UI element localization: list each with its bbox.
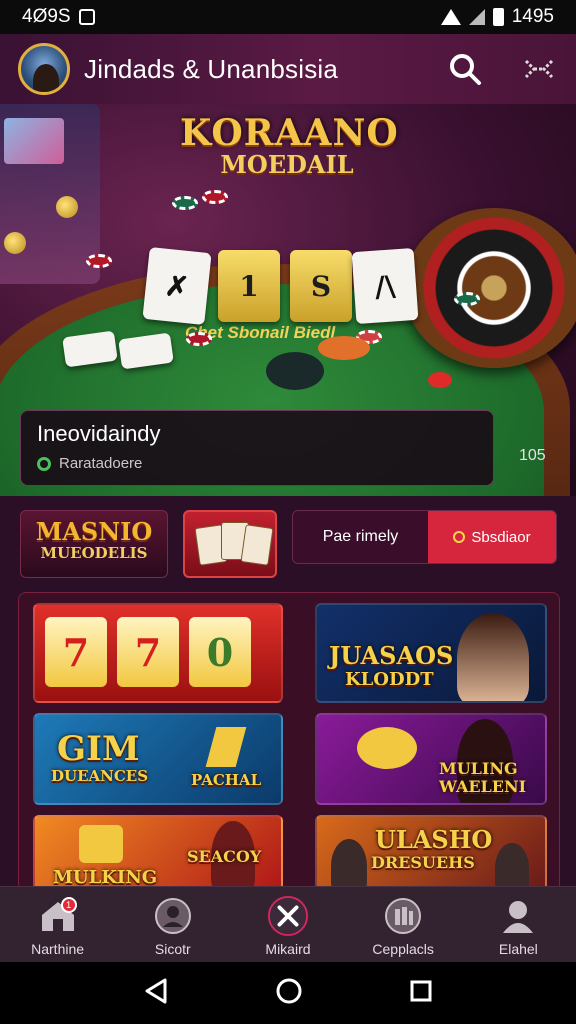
slot-reel: 0 xyxy=(189,617,251,687)
tile-subtitle: KLODDT xyxy=(345,669,434,690)
chip-icon xyxy=(86,254,112,268)
hero-logo-line2: MOEDAIL xyxy=(220,150,354,179)
nav-item-mikaird[interactable]: Mikaird xyxy=(233,895,343,957)
chip-icon xyxy=(172,196,198,210)
notification-icon xyxy=(78,9,95,25)
nav-label: Cepplacls xyxy=(372,941,434,957)
tile-title: MULKING xyxy=(53,867,158,888)
promo-logo-line2: MUEODELIS xyxy=(40,544,148,562)
system-nav-bar xyxy=(0,962,576,1024)
card-icon xyxy=(240,524,274,566)
roulette-wheel-image xyxy=(404,208,576,368)
slot-reel: 7 xyxy=(45,617,107,687)
back-icon[interactable] xyxy=(143,977,169,1010)
nav-item-sicotr[interactable]: Sicotr xyxy=(118,895,228,957)
coin-icon xyxy=(4,232,26,254)
slot-reel: 7 xyxy=(117,617,179,687)
playing-card: 1 xyxy=(218,250,280,322)
hero-info-card[interactable]: Ineovidaindy Raratadoere xyxy=(20,410,494,486)
tile-subtitle: WAELENI xyxy=(439,777,527,796)
app-title: Jindads & Unanbsisia xyxy=(84,53,339,84)
segment-option-b-label: Sbsdiaor xyxy=(471,528,531,546)
playing-card: /\ xyxy=(351,247,419,325)
playing-card: ✗ xyxy=(142,246,212,326)
search-icon[interactable] xyxy=(446,50,484,88)
gold-shape xyxy=(205,727,247,767)
notification-badge: 1 xyxy=(60,897,77,913)
segment-option-a[interactable]: Pae rimely xyxy=(293,511,428,563)
user-icon xyxy=(497,895,539,937)
nav-label: Mikaird xyxy=(265,941,311,957)
live-indicator-icon xyxy=(37,456,51,471)
bottom-nav: 1 Narthine Sicotr Mikaird Cepplacls Elah… xyxy=(0,886,576,962)
game-tile-ulasho[interactable]: ULASHO DRESUEHS xyxy=(315,815,547,891)
trophy-icon xyxy=(79,825,123,863)
coin-icon xyxy=(56,196,78,218)
coin-icon xyxy=(453,531,466,543)
chip-icon xyxy=(186,332,212,346)
tile-title: ULASHO xyxy=(375,825,493,854)
nav-item-cepplacls[interactable]: Cepplacls xyxy=(348,895,458,957)
playing-card: S xyxy=(290,250,352,322)
tile-title: JUASAOS xyxy=(329,641,454,670)
character-image xyxy=(495,843,529,889)
game-grid: 7 7 0 GIM DUEANCES PACHAL MULKING SEACOY… xyxy=(18,592,560,892)
signal-icon xyxy=(468,9,485,25)
promo-row: MASNIO MUEODELIS Pae rimely Sbsdiaor xyxy=(0,506,576,580)
game-tile-mulking[interactable]: MULKING SEACOY xyxy=(33,815,283,891)
status-battery-text: 1495 xyxy=(511,6,554,27)
tile-title: MULING xyxy=(439,759,518,778)
promo-logo-line1: MASNIO xyxy=(35,517,153,546)
hero-banner[interactable]: KORAANO MOEDAIL Chet Sbonail Biedl ✗ 1 S… xyxy=(0,104,576,496)
wifi-icon xyxy=(440,9,461,25)
betting-circle xyxy=(266,352,324,390)
nav-item-elahel[interactable]: Elahel xyxy=(463,895,573,957)
slot-machine-image xyxy=(0,104,100,284)
chips-icon xyxy=(382,895,424,937)
game-tile-muling[interactable]: MULING WAELENI xyxy=(315,713,547,805)
nav-item-home[interactable]: 1 Narthine xyxy=(3,895,113,957)
betting-circle xyxy=(318,336,370,360)
game-tile-gim[interactable]: GIM DUEANCES PACHAL xyxy=(33,713,283,805)
tile-subtitle: SEACOY xyxy=(187,847,262,866)
segmented-control: Pae rimely Sbsdiaor xyxy=(292,510,557,564)
nav-label: Elahel xyxy=(498,941,538,957)
tile-title: GIM xyxy=(57,729,140,769)
tile-subtitle: DRESUEHS xyxy=(371,853,475,872)
hero-info-subtitle: Raratadoere xyxy=(59,455,143,472)
profile-icon xyxy=(152,895,194,937)
game-tile-slot[interactable]: 7 7 0 xyxy=(33,603,283,703)
tile-subtitle: DUEANCES xyxy=(51,767,149,785)
hero-logo: KORAANO MOEDAIL xyxy=(180,112,399,179)
avatar[interactable] xyxy=(18,43,70,95)
character-image xyxy=(457,613,529,701)
status-bar: 4Ø9S 1495 xyxy=(0,0,576,34)
character-image xyxy=(331,839,367,889)
home-icon: 1 xyxy=(37,895,79,937)
home-circle-icon[interactable] xyxy=(275,977,303,1010)
tile-subtitle: PACHAL xyxy=(191,771,262,789)
close-icon xyxy=(267,895,309,937)
hero-logo-line1: KORAANO xyxy=(180,112,399,154)
hero-count: 105 xyxy=(519,447,546,464)
battery-icon xyxy=(492,8,504,26)
hero-info-title: Ineovidaindy xyxy=(37,421,161,446)
chip-icon xyxy=(454,292,480,306)
promo-logo-tile[interactable]: MASNIO MUEODELIS xyxy=(20,510,168,578)
segment-option-b[interactable]: Sbsdiaor xyxy=(428,511,556,563)
nav-label: Sicotr xyxy=(154,941,191,957)
recents-icon[interactable] xyxy=(409,979,433,1008)
coin-icon xyxy=(357,727,417,769)
nav-label: Narthine xyxy=(31,941,85,957)
chip-icon xyxy=(202,190,228,204)
betting-circle xyxy=(428,372,452,388)
close-icon[interactable] xyxy=(520,50,558,88)
status-time: 4Ø9S xyxy=(22,6,71,27)
app-header: Jindads & Unanbsisia xyxy=(0,34,576,104)
game-tile-juasaos[interactable]: JUASAOS KLODDT xyxy=(315,603,547,703)
promo-cards-tile[interactable] xyxy=(183,510,277,578)
